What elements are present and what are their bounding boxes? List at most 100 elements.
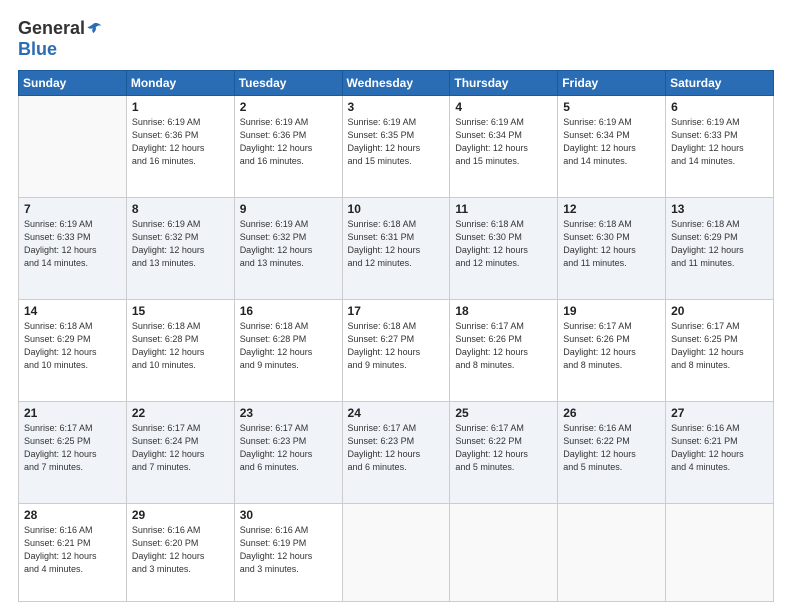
day-number: 20	[671, 304, 768, 318]
day-info: Sunrise: 6:17 AMSunset: 6:25 PMDaylight:…	[671, 320, 768, 372]
day-info-line: Sunrise: 6:18 AM	[563, 218, 660, 231]
day-info: Sunrise: 6:16 AMSunset: 6:21 PMDaylight:…	[24, 524, 121, 576]
day-info-line: Sunrise: 6:17 AM	[455, 422, 552, 435]
day-number: 24	[348, 406, 445, 420]
day-info-line: Sunrise: 6:17 AM	[563, 320, 660, 333]
table-cell: 7Sunrise: 6:19 AMSunset: 6:33 PMDaylight…	[19, 197, 127, 299]
day-info-line: Daylight: 12 hours	[240, 142, 337, 155]
day-info-line: Daylight: 12 hours	[348, 142, 445, 155]
day-number: 10	[348, 202, 445, 216]
day-info-line: and 5 minutes.	[455, 461, 552, 474]
table-cell: 20 Sunrise: 6:17 AMSunset: 6:25 PMDayligh…	[666, 299, 774, 401]
day-info: Sunrise: 6:17 AMSunset: 6:22 PMDaylight:…	[455, 422, 552, 474]
day-info-line: and 12 minutes.	[455, 257, 552, 270]
day-info-line: Sunrise: 6:18 AM	[671, 218, 768, 231]
day-info-line: Sunset: 6:32 PM	[240, 231, 337, 244]
table-cell: 26 Sunrise: 6:16 AMSunset: 6:22 PMDayligh…	[558, 401, 666, 503]
day-info-line: and 14 minutes.	[563, 155, 660, 168]
col-wednesday: Wednesday	[342, 71, 450, 96]
day-info-line: and 3 minutes.	[240, 563, 337, 576]
day-info: Sunrise: 6:18 AMSunset: 6:28 PMDaylight:…	[132, 320, 229, 372]
day-info-line: Sunrise: 6:19 AM	[132, 218, 229, 231]
day-number: 19	[563, 304, 660, 318]
calendar-table: Sunday Monday Tuesday Wednesday Thursday…	[18, 70, 774, 602]
day-info: Sunrise: 6:16 AMSunset: 6:21 PMDaylight:…	[671, 422, 768, 474]
day-info-line: Sunset: 6:20 PM	[132, 537, 229, 550]
day-info: Sunrise: 6:18 AMSunset: 6:30 PMDaylight:…	[563, 218, 660, 270]
day-info-line: and 13 minutes.	[240, 257, 337, 270]
day-info-line: Sunrise: 6:17 AM	[671, 320, 768, 333]
day-info-line: Sunrise: 6:19 AM	[671, 116, 768, 129]
day-number: 1	[132, 100, 229, 114]
calendar-week-row: 21Sunrise: 6:17 AMSunset: 6:25 PMDayligh…	[19, 401, 774, 503]
table-cell	[342, 503, 450, 601]
day-info-line: Sunset: 6:21 PM	[671, 435, 768, 448]
day-info-line: Sunset: 6:33 PM	[24, 231, 121, 244]
day-info: Sunrise: 6:18 AMSunset: 6:29 PMDaylight:…	[671, 218, 768, 270]
day-info-line: Daylight: 12 hours	[24, 448, 121, 461]
table-cell: 8Sunrise: 6:19 AMSunset: 6:32 PMDaylight…	[126, 197, 234, 299]
day-number: 5	[563, 100, 660, 114]
table-cell	[19, 96, 127, 198]
day-info: Sunrise: 6:19 AMSunset: 6:33 PMDaylight:…	[671, 116, 768, 168]
day-info-line: Sunset: 6:24 PM	[132, 435, 229, 448]
table-cell: 15Sunrise: 6:18 AMSunset: 6:28 PMDayligh…	[126, 299, 234, 401]
day-info-line: and 6 minutes.	[240, 461, 337, 474]
calendar-week-row: 14Sunrise: 6:18 AMSunset: 6:29 PMDayligh…	[19, 299, 774, 401]
day-info-line: and 4 minutes.	[671, 461, 768, 474]
day-info: Sunrise: 6:19 AMSunset: 6:34 PMDaylight:…	[455, 116, 552, 168]
day-info-line: and 11 minutes.	[671, 257, 768, 270]
table-cell: 12Sunrise: 6:18 AMSunset: 6:30 PMDayligh…	[558, 197, 666, 299]
table-cell	[558, 503, 666, 601]
day-info-line: and 14 minutes.	[671, 155, 768, 168]
day-info-line: and 12 minutes.	[348, 257, 445, 270]
day-number: 21	[24, 406, 121, 420]
day-number: 28	[24, 508, 121, 522]
day-info-line: Sunset: 6:29 PM	[671, 231, 768, 244]
day-info-line: Sunrise: 6:19 AM	[348, 116, 445, 129]
calendar-week-row: 7Sunrise: 6:19 AMSunset: 6:33 PMDaylight…	[19, 197, 774, 299]
day-info-line: Sunrise: 6:17 AM	[240, 422, 337, 435]
table-cell: 18Sunrise: 6:17 AMSunset: 6:26 PMDayligh…	[450, 299, 558, 401]
day-info: Sunrise: 6:16 AMSunset: 6:22 PMDaylight:…	[563, 422, 660, 474]
day-number: 26	[563, 406, 660, 420]
day-info-line: Daylight: 12 hours	[348, 244, 445, 257]
day-number: 6	[671, 100, 768, 114]
table-cell: 4Sunrise: 6:19 AMSunset: 6:34 PMDaylight…	[450, 96, 558, 198]
day-number: 18	[455, 304, 552, 318]
day-info-line: Sunset: 6:23 PM	[240, 435, 337, 448]
day-number: 29	[132, 508, 229, 522]
day-info: Sunrise: 6:18 AMSunset: 6:28 PMDaylight:…	[240, 320, 337, 372]
day-info-line: Sunrise: 6:16 AM	[132, 524, 229, 537]
page: General Blue Sunday Monday Tuesday Wedne…	[0, 0, 792, 612]
day-info-line: and 9 minutes.	[240, 359, 337, 372]
day-info-line: Sunrise: 6:17 AM	[348, 422, 445, 435]
table-cell: 19Sunrise: 6:17 AMSunset: 6:26 PMDayligh…	[558, 299, 666, 401]
day-info: Sunrise: 6:16 AMSunset: 6:19 PMDaylight:…	[240, 524, 337, 576]
day-number: 9	[240, 202, 337, 216]
day-info-line: and 6 minutes.	[348, 461, 445, 474]
day-info-line: Daylight: 12 hours	[671, 244, 768, 257]
col-thursday: Thursday	[450, 71, 558, 96]
day-info-line: Sunset: 6:28 PM	[132, 333, 229, 346]
day-number: 27	[671, 406, 768, 420]
day-info-line: Sunset: 6:23 PM	[348, 435, 445, 448]
table-cell: 23Sunrise: 6:17 AMSunset: 6:23 PMDayligh…	[234, 401, 342, 503]
day-info-line: Daylight: 12 hours	[132, 550, 229, 563]
day-info-line: Daylight: 12 hours	[24, 346, 121, 359]
table-cell: 21Sunrise: 6:17 AMSunset: 6:25 PMDayligh…	[19, 401, 127, 503]
day-info-line: Daylight: 12 hours	[240, 448, 337, 461]
day-info-line: Sunset: 6:26 PM	[563, 333, 660, 346]
table-cell: 25Sunrise: 6:17 AMSunset: 6:22 PMDayligh…	[450, 401, 558, 503]
day-info-line: Sunrise: 6:19 AM	[132, 116, 229, 129]
day-info: Sunrise: 6:18 AMSunset: 6:27 PMDaylight:…	[348, 320, 445, 372]
table-cell: 1Sunrise: 6:19 AMSunset: 6:36 PMDaylight…	[126, 96, 234, 198]
day-info-line: Daylight: 12 hours	[132, 142, 229, 155]
day-info-line: Sunset: 6:35 PM	[348, 129, 445, 142]
day-info-line: Sunset: 6:34 PM	[455, 129, 552, 142]
day-info: Sunrise: 6:19 AMSunset: 6:35 PMDaylight:…	[348, 116, 445, 168]
day-info-line: Daylight: 12 hours	[132, 244, 229, 257]
header: General Blue	[18, 18, 774, 60]
day-number: 11	[455, 202, 552, 216]
day-info-line: Daylight: 12 hours	[455, 244, 552, 257]
